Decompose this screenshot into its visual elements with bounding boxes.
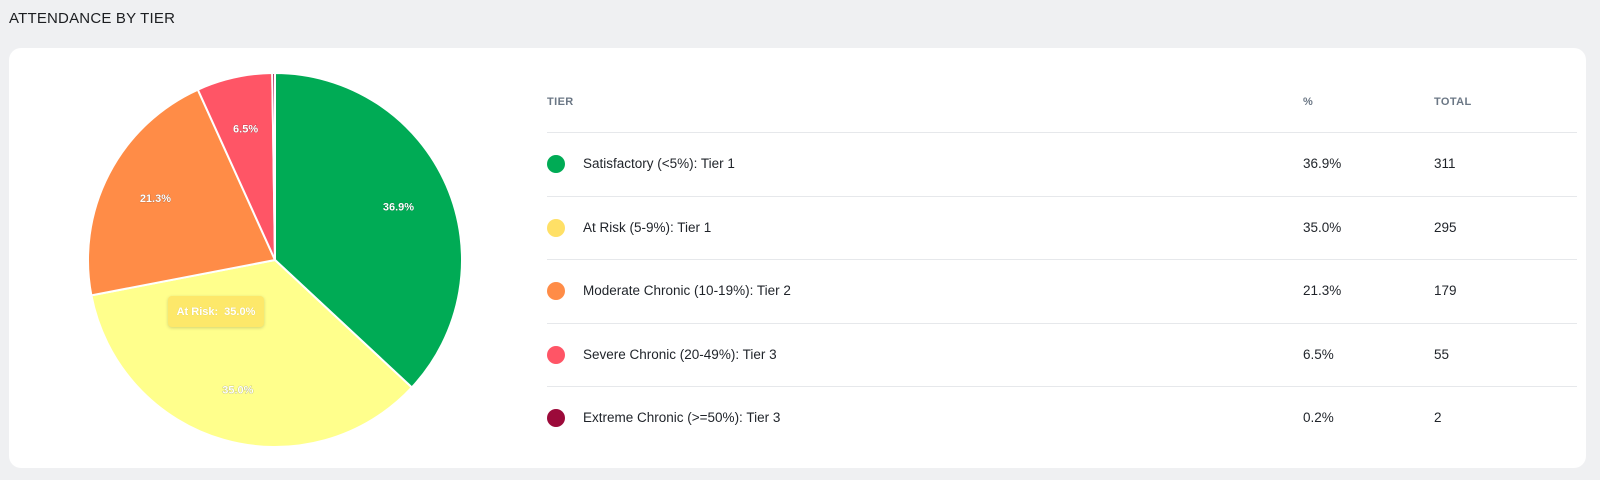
table-row[interactable]: Severe Chronic (20-49%): Tier 3 6.5% 55 [547,324,1577,387]
tier-total: 55 [1434,346,1450,362]
pie-data-label: 36.9% [383,201,414,213]
tier-color-dot [547,155,565,173]
tier-name: At Risk (5-9%): Tier 1 [583,219,712,235]
pie-chart: 36.9% 35.0% 21.3% 6.5% [87,71,463,448]
tier-color-dot [547,218,565,237]
tooltip-label: At Risk: [176,305,219,318]
tier-table: TIER % TOTAL Satisfactory (<5%): Tier 1 … [547,84,1577,450]
pie-data-label: 35.0% [222,384,253,396]
chart-tooltip: At Risk: 35.0% [168,296,264,327]
tier-name: Extreme Chronic (>=50%): Tier 3 [583,410,781,425]
table-row[interactable]: Moderate Chronic (10-19%): Tier 2 21.3% … [547,260,1577,324]
tier-percent: 0.2% [1303,410,1334,425]
pie-data-label: 21.3% [140,193,171,205]
tier-color-dot [547,282,565,300]
tier-name: Moderate Chronic (10-19%): Tier 2 [583,283,791,298]
tier-total: 295 [1434,219,1457,235]
table-row[interactable]: Satisfactory (<5%): Tier 1 36.9% 311 [547,133,1577,197]
tier-percent: 36.9% [1303,156,1342,171]
tier-percent: 6.5% [1303,346,1334,362]
tier-total: 179 [1434,283,1457,298]
header-percent: % [1303,96,1314,108]
tier-name: Severe Chronic (20-49%): Tier 3 [583,346,777,362]
table-row[interactable]: At Risk (5-9%): Tier 1 35.0% 295 [547,197,1577,260]
header-total: TOTAL [1434,96,1472,108]
attendance-card: 36.9% 35.0% 21.3% 6.5% At Risk: 35.0% TIER … [9,48,1586,468]
pie-data-label: 6.5% [233,124,258,136]
header-tier: TIER [547,96,574,108]
page-title: ATTENDANCE BY TIER [9,10,176,27]
tier-total: 2 [1434,410,1442,425]
tooltip-value: 35.0% [224,305,256,318]
tier-percent: 21.3% [1303,283,1342,298]
tier-name: Satisfactory (<5%): Tier 1 [583,156,735,171]
tier-total: 311 [1434,156,1456,171]
table-header: TIER % TOTAL [547,84,1577,133]
tier-percent: 35.0% [1303,219,1342,235]
tier-color-dot [547,345,565,364]
tier-color-dot [547,409,565,427]
table-row[interactable]: Extreme Chronic (>=50%): Tier 3 0.2% 2 [547,387,1577,450]
